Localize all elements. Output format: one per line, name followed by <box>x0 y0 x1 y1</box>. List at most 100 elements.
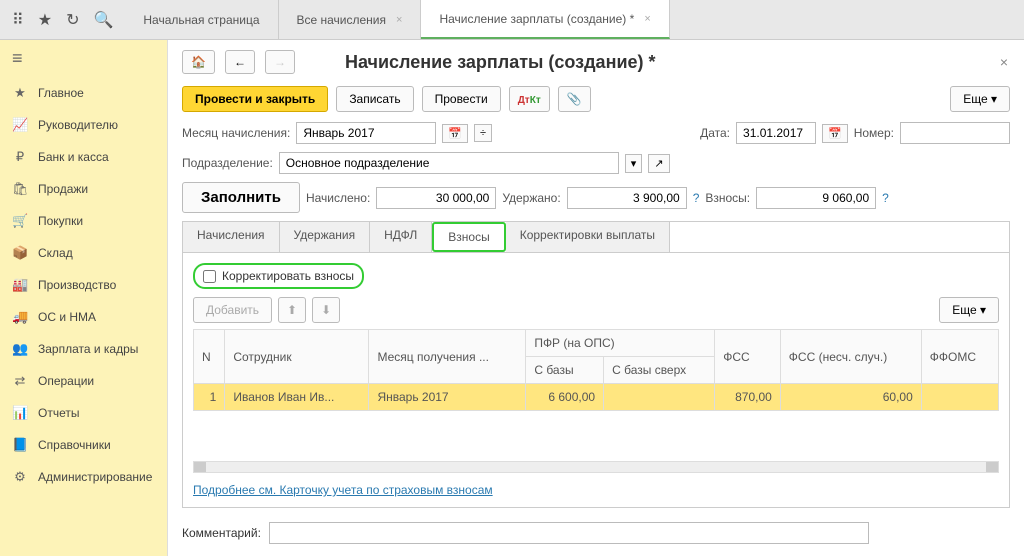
apps-icon[interactable]: ⠿ <box>12 10 24 30</box>
sidebar-item-label: Администрирование <box>38 470 152 484</box>
horizontal-scrollbar[interactable] <box>193 461 999 473</box>
col-fss: ФСС <box>715 330 781 384</box>
ops-icon: ⇄ <box>12 373 28 389</box>
number-input[interactable] <box>900 122 1010 144</box>
sidebar-item-os[interactable]: 🚚 ОС и НМА <box>0 301 167 333</box>
table-row[interactable]: 1 Иванов Иван Ив... Январь 2017 6 600,00… <box>194 384 999 411</box>
col-pfr-base: С базы <box>526 357 604 384</box>
process-close-button[interactable]: Провести и закрыть <box>182 86 328 112</box>
col-n: N <box>194 330 225 384</box>
date-picker-button[interactable]: 📅 <box>822 124 848 143</box>
save-button[interactable]: Записать <box>336 86 413 112</box>
withheld-input[interactable] <box>567 187 687 209</box>
scroll-left-icon[interactable] <box>194 462 206 472</box>
attach-button[interactable]: 📎 <box>558 86 591 112</box>
close-icon[interactable]: × <box>396 14 402 26</box>
tab-corrections[interactable]: Корректировки выплаты <box>506 222 670 252</box>
report-icon: 📊 <box>12 405 28 421</box>
details-link[interactable]: Подробнее см. Карточку учета по страховы… <box>193 483 493 497</box>
tab-current-label: Начисление зарплаты (создание) * <box>439 12 634 26</box>
col-fss-ns: ФСС (несч. случ.) <box>780 330 921 384</box>
dropdown-button[interactable]: ▾ <box>625 154 643 173</box>
forward-button[interactable]: → <box>265 50 295 74</box>
sidebar-item-admin[interactable]: ⚙Администрирование <box>0 461 167 493</box>
sidebar-item-operations[interactable]: ⇄Операции <box>0 365 167 397</box>
sidebar-item-label: ОС и НМА <box>38 310 96 324</box>
sidebar-item-manager[interactable]: 📈Руководителю <box>0 109 167 141</box>
col-pfr: ПФР (на ОПС) <box>526 330 715 357</box>
history-icon[interactable]: ↻ <box>66 10 79 30</box>
correct-contributions-checkbox[interactable] <box>203 270 216 283</box>
move-up-button[interactable]: ⬆ <box>278 297 306 323</box>
comment-input[interactable] <box>269 522 869 544</box>
menu-icon[interactable]: ≡ <box>0 40 167 77</box>
sidebar-item-refs[interactable]: 📘Справочники <box>0 429 167 461</box>
contrib-label: Взносы: <box>705 191 750 205</box>
calendar-button[interactable]: 📅 <box>442 124 468 143</box>
kt-icon: Кт <box>530 95 541 106</box>
sidebar-item-label: Главное <box>38 86 84 100</box>
stepper-button[interactable]: ÷ <box>474 124 492 142</box>
close-icon[interactable]: × <box>644 13 650 25</box>
sidebar-item-label: Покупки <box>38 214 83 228</box>
cell-pfr-base: 6 600,00 <box>526 384 604 411</box>
sidebar-item-bank[interactable]: ₽Банк и касса <box>0 141 167 173</box>
tab-all[interactable]: Все начисления× <box>279 0 422 39</box>
truck-icon: 🚚 <box>12 309 28 325</box>
tab-contributions[interactable]: Взносы <box>432 222 505 252</box>
home-button[interactable]: 🏠 <box>182 50 215 74</box>
star-icon: ★ <box>12 85 28 101</box>
sidebar-item-stock[interactable]: 📦Склад <box>0 237 167 269</box>
move-down-button[interactable]: ⬇ <box>312 297 340 323</box>
date-label: Дата: <box>700 126 730 140</box>
help-icon[interactable]: ? <box>882 191 889 205</box>
date-input[interactable] <box>736 122 816 144</box>
number-label: Номер: <box>854 126 894 140</box>
back-button[interactable]: ← <box>225 50 255 74</box>
correct-contributions-label: Корректировать взносы <box>222 269 354 283</box>
sidebar-item-label: Справочники <box>38 438 111 452</box>
contrib-input[interactable] <box>756 187 876 209</box>
sidebar-item-purchases[interactable]: 🛒Покупки <box>0 205 167 237</box>
correct-contributions-checkbox-wrap[interactable]: Корректировать взносы <box>193 263 364 289</box>
sidebar-item-label: Продажи <box>38 182 88 196</box>
cell-employee: Иванов Иван Ив... <box>225 384 369 411</box>
withheld-label: Удержано: <box>502 191 560 205</box>
tab-ndfl[interactable]: НДФЛ <box>370 222 432 252</box>
scroll-right-icon[interactable] <box>986 462 998 472</box>
sidebar-item-salary[interactable]: 👥Зарплата и кадры <box>0 333 167 365</box>
dept-input[interactable] <box>279 152 619 174</box>
sidebar-item-main[interactable]: ★ Главное <box>0 77 167 109</box>
cell-month: Январь 2017 <box>369 384 526 411</box>
tab-current[interactable]: Начисление зарплаты (создание) * × <box>421 0 669 39</box>
month-label: Месяц начисления: <box>182 126 290 140</box>
col-month: Месяц получения ... <box>369 330 526 384</box>
sidebar-item-label: Руководителю <box>38 118 118 132</box>
more-button[interactable]: Еще ▾ <box>939 297 999 323</box>
dtkt-button[interactable]: ДтКт <box>509 86 550 112</box>
people-icon: 👥 <box>12 341 28 357</box>
cell-pfr-over <box>604 384 715 411</box>
open-ref-button[interactable]: ↗ <box>648 154 669 173</box>
tab-withholdings[interactable]: Удержания <box>280 222 371 252</box>
more-button[interactable]: Еще ▾ <box>950 86 1010 112</box>
tab-home[interactable]: Начальная страница <box>125 0 278 39</box>
process-button[interactable]: Провести <box>422 86 501 112</box>
sidebar-item-reports[interactable]: 📊Отчеты <box>0 397 167 429</box>
search-icon[interactable]: 🔍 <box>93 10 113 30</box>
help-icon[interactable]: ? <box>693 191 700 205</box>
accrued-label: Начислено: <box>306 191 370 205</box>
add-row-button[interactable]: Добавить <box>193 297 272 323</box>
month-input[interactable] <box>296 122 436 144</box>
sidebar-item-label: Банк и касса <box>38 150 109 164</box>
star-icon[interactable]: ★ <box>38 10 52 30</box>
fill-button[interactable]: Заполнить <box>182 182 300 213</box>
tab-accruals[interactable]: Начисления <box>183 222 280 252</box>
sidebar-item-sales[interactable]: 🛍Продажи <box>0 173 167 205</box>
more-label: Еще <box>963 92 987 106</box>
sidebar-item-label: Производство <box>38 278 116 292</box>
accrued-input[interactable] <box>376 187 496 209</box>
more-label: Еще <box>952 303 976 317</box>
sidebar-item-production[interactable]: 🏭Производство <box>0 269 167 301</box>
close-panel-icon[interactable]: × <box>1000 54 1008 70</box>
